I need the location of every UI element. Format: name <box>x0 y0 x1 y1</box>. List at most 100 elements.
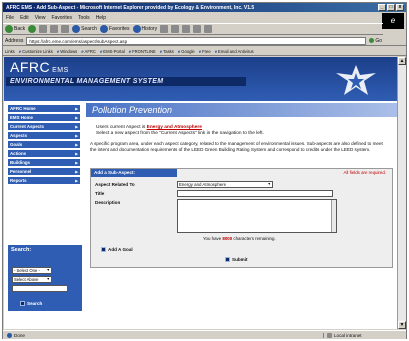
link-windows[interactable]: Windows <box>57 49 77 54</box>
search-button-icon <box>20 301 25 306</box>
textarea-scrollbar[interactable] <box>331 200 336 232</box>
search-title: Search: <box>11 247 32 253</box>
page-title: Pollution Prevention <box>86 103 397 117</box>
mail-button[interactable] <box>160 25 169 33</box>
back-button[interactable]: Back <box>5 25 25 33</box>
address-bar: Address https://afrc.eme.com/ems/aspect/… <box>3 36 406 46</box>
sidebar-item-aspects[interactable]: Aspects <box>8 132 80 140</box>
history-icon <box>132 25 141 33</box>
menu-edit[interactable]: Edit <box>20 15 29 21</box>
minimize-button[interactable]: _ <box>378 4 386 11</box>
chars-remaining: You have 8000 characters remaining. <box>203 236 276 241</box>
go-arrow-icon <box>369 38 375 43</box>
link-free[interactable]: Free <box>199 49 211 54</box>
search-submit-button[interactable]: Search <box>20 301 42 306</box>
menu-file[interactable]: File <box>6 15 14 21</box>
search-button[interactable]: Search <box>72 25 97 33</box>
link-google[interactable]: Google <box>178 49 195 54</box>
edit-button[interactable] <box>182 25 191 33</box>
add-sub-aspect-form: Add a Sub-Aspect: All fields are require… <box>90 168 393 268</box>
scroll-up-arrow-icon[interactable]: ▲ <box>398 57 406 65</box>
aspect-related-select[interactable]: Energy and Atmosphere <box>177 181 273 188</box>
sidebar-item-actions[interactable]: Actions <box>8 150 80 158</box>
link-frontline[interactable]: FRONTLINE <box>129 49 156 54</box>
address-label: Address <box>5 37 24 44</box>
back-arrow-icon <box>5 25 13 33</box>
messenger-icon <box>204 25 213 33</box>
sidebar-item-goals[interactable]: Goals <box>8 141 80 149</box>
links-label: Links <box>5 48 15 54</box>
system-banner: ENVIRONMENTAL MANAGEMENT SYSTEM <box>6 77 246 86</box>
status-bar: Done Local intranet <box>3 330 406 339</box>
go-button[interactable]: Go <box>369 38 382 44</box>
home-icon <box>61 25 70 33</box>
menu-favorites[interactable]: Favorites <box>51 15 72 21</box>
description-textarea[interactable] <box>177 199 337 233</box>
add-goal-icon <box>101 247 106 252</box>
address-input[interactable]: https://afrc.eme.com/ems/aspect/subAspec… <box>26 36 367 45</box>
required-note: All fields are required. <box>343 170 386 175</box>
link-customize-links[interactable]: Customize Links <box>19 49 53 54</box>
forward-button[interactable] <box>28 25 37 33</box>
submit-button[interactable]: Submit <box>225 257 248 262</box>
select-new-aspect-text: Select a new aspect from the "Current As… <box>96 131 264 136</box>
toolbar: Back Search Favorites History <box>3 23 383 35</box>
mail-icon <box>160 25 169 33</box>
search-input[interactable] <box>12 285 68 292</box>
messenger-button[interactable] <box>204 25 213 33</box>
submit-icon <box>225 257 230 262</box>
chars-count: 8000 <box>222 236 233 241</box>
link-afrc[interactable]: AFRC <box>81 49 96 54</box>
favorites-button[interactable]: Favorites <box>99 25 130 33</box>
security-zone: Local intranet <box>323 332 362 338</box>
form-header: Add a Sub-Aspect: <box>91 169 177 177</box>
scroll-down-arrow-icon[interactable]: ▼ <box>398 321 406 329</box>
menu-help[interactable]: Help <box>96 15 106 21</box>
add-goal-button[interactable]: Add A Goal <box>101 247 133 252</box>
menu-tools[interactable]: Tools <box>78 15 90 21</box>
search-icon <box>72 25 81 33</box>
page-done-icon <box>7 332 12 338</box>
sidebar-item-current-aspects[interactable]: Current Aspects <box>8 123 80 131</box>
sidebar-item-personnel[interactable]: Personnel <box>8 168 80 176</box>
page-scrollbar[interactable]: ▲ ▼ <box>397 57 406 329</box>
forward-arrow-icon <box>28 25 37 33</box>
sub-aspect-description: A specific program area, under each aspe… <box>90 141 383 152</box>
main-content: Pollution Prevention Users current Aspec… <box>86 101 397 329</box>
discuss-icon <box>193 25 202 33</box>
edit-icon <box>182 25 191 33</box>
refresh-icon <box>50 25 59 33</box>
window-controls: _ □ x <box>378 4 404 11</box>
window-title: AFRC EMS - Add Sub-Aspect - Microsoft In… <box>6 4 255 11</box>
search-field-select[interactable]: Select Above <box>12 276 52 283</box>
site-logo[interactable]: AFRC EMS <box>10 59 69 75</box>
menu-bar: File Edit View Favorites Tools Help <box>3 13 406 22</box>
link-ems-portal[interactable]: EMS-Portal <box>100 49 124 54</box>
history-button[interactable]: History <box>132 25 157 33</box>
sidebar-item-ems-home[interactable]: EMS Home <box>8 114 80 122</box>
refresh-button[interactable] <box>50 25 59 33</box>
search-category-select[interactable]: - Select One - <box>12 267 52 274</box>
star-icon <box>99 25 108 33</box>
description-label: Description <box>95 200 121 205</box>
links-bar: Links Customize Links Windows AFRC EMS-P… <box>3 47 406 56</box>
close-button[interactable]: x <box>396 4 404 11</box>
current-aspect-link[interactable]: Energy and Atmosphere <box>147 125 202 130</box>
title-label: Title <box>95 191 105 196</box>
maximize-button[interactable]: □ <box>387 4 395 11</box>
air-force-star-icon <box>336 65 376 95</box>
sidebar-item-afrc-home[interactable]: AFRC Home <box>8 105 80 113</box>
status-done: Done <box>3 332 323 338</box>
home-button[interactable] <box>61 25 70 33</box>
sidebar-item-buildings[interactable]: Buildings <box>8 159 80 167</box>
print-button[interactable] <box>171 25 180 33</box>
title-input[interactable] <box>177 190 333 197</box>
ie-logo-icon: e <box>382 13 404 29</box>
menu-view[interactable]: View <box>35 15 46 21</box>
discuss-button[interactable] <box>193 25 202 33</box>
title-bar: AFRC EMS - Add Sub-Aspect - Microsoft In… <box>3 3 406 12</box>
link-email-antivirus[interactable]: Email and Antivirus <box>215 49 254 54</box>
stop-button[interactable] <box>39 25 48 33</box>
link-tasks[interactable]: Tasks <box>160 49 174 54</box>
sidebar-item-reports[interactable]: Reports <box>8 177 80 185</box>
